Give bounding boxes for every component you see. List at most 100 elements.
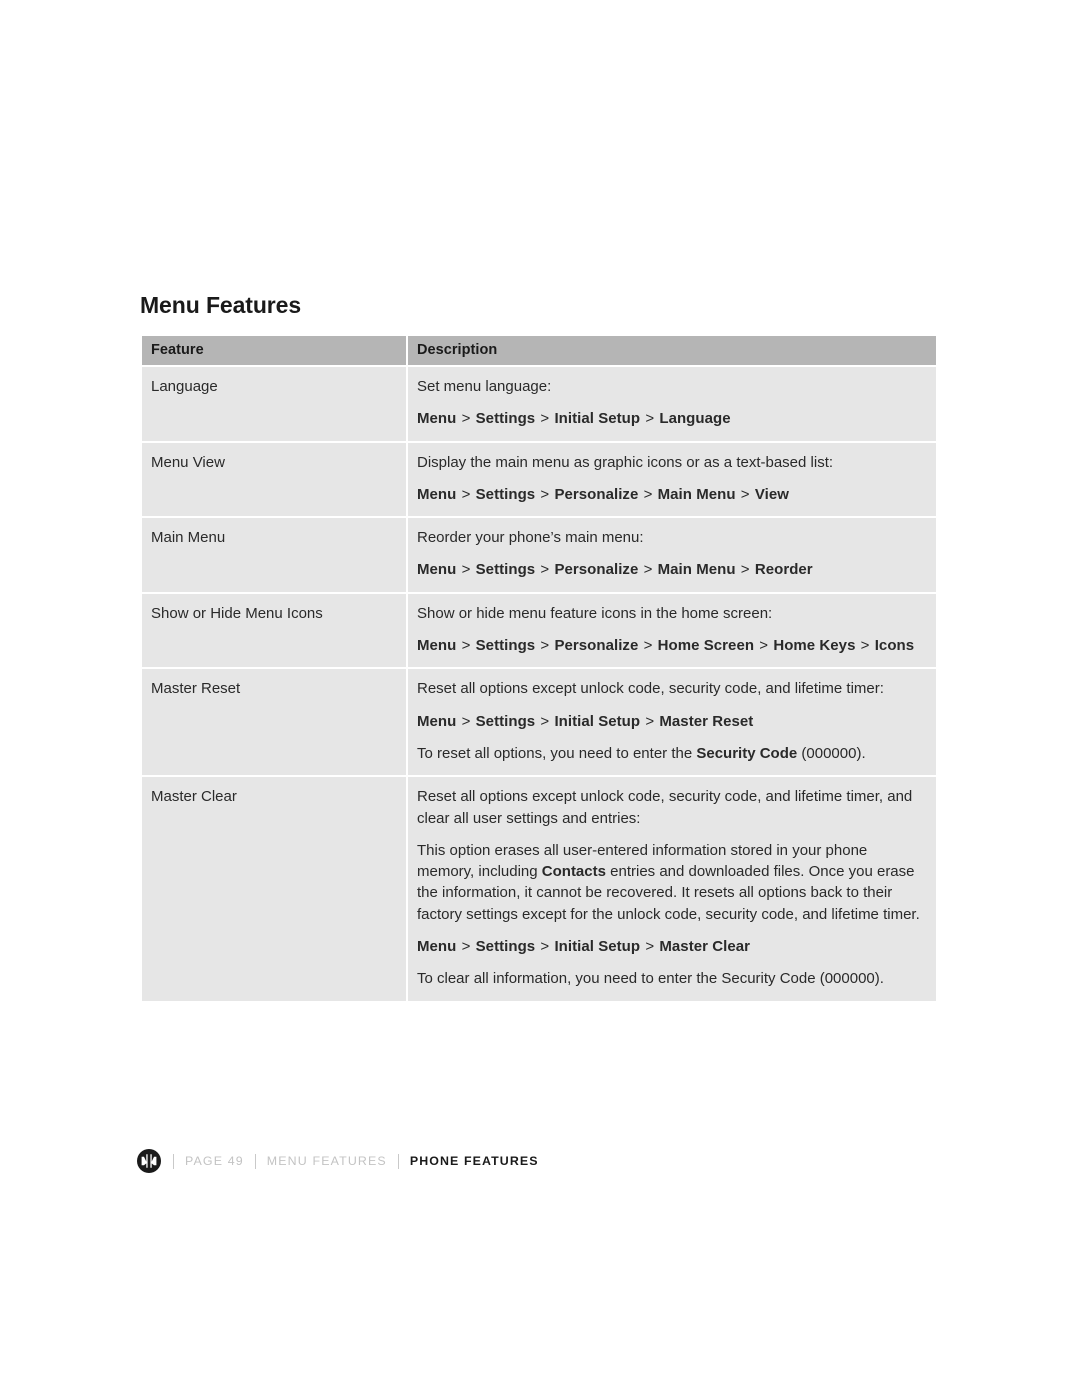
menu-path: Menu > Settings > Initial Setup > Langua… (417, 408, 926, 429)
path-separator: > (641, 712, 659, 730)
path-segment: Menu (417, 712, 457, 730)
path-segment: Menu (417, 938, 457, 956)
path-segment: Reorder (754, 561, 813, 579)
path-segment: Settings (475, 637, 536, 655)
menu-path: Menu > Settings > Personalize > Home Scr… (417, 635, 926, 656)
path-segment: Personalize (554, 561, 639, 579)
path-separator: > (639, 637, 657, 655)
path-segment: Main Menu (657, 485, 736, 503)
path-segment: Icons (874, 637, 915, 655)
cell-description: Show or hide menu feature icons in the h… (408, 593, 936, 668)
path-separator: > (639, 485, 657, 503)
path-separator: > (457, 938, 475, 956)
cell-feature-name: Main Menu (142, 518, 406, 592)
body-text: (000000). (797, 744, 866, 762)
description-text: To reset all options, you need to enter … (417, 743, 926, 764)
path-separator: > (536, 938, 554, 956)
path-segment: Initial Setup (554, 938, 641, 956)
motorola-logo-icon (136, 1148, 162, 1174)
description-text: This option erases all user-entered info… (417, 840, 926, 925)
cell-description: Reset all options except unlock code, se… (408, 669, 936, 776)
cell-feature-name: Master Reset (142, 669, 406, 776)
path-separator: > (536, 485, 554, 503)
path-separator: > (536, 561, 554, 579)
path-segment: Menu (417, 637, 457, 655)
path-separator: > (457, 485, 475, 503)
column-header-feature: Feature (142, 336, 406, 365)
cell-feature-name: Menu View (142, 442, 406, 517)
table-row: Menu View Display the main menu as graphi… (142, 442, 936, 517)
path-segment: Initial Setup (554, 712, 641, 730)
path-separator: > (755, 637, 773, 655)
table-row: Language Set menu language: Menu > Setting… (142, 367, 936, 441)
path-segment: Master Reset (659, 712, 754, 730)
footer-chapter-label: PHONE FEATURES (409, 1154, 539, 1168)
menu-path: Menu > Settings > Personalize > Main Men… (417, 559, 926, 580)
path-segment: Settings (475, 561, 536, 579)
cell-feature-name: Language (142, 367, 406, 441)
footer-divider-3 (397, 1153, 399, 1169)
path-separator: > (536, 712, 554, 730)
cell-description: Set menu language: Menu > Settings > Init… (408, 367, 936, 441)
footer-divider-1 (173, 1153, 174, 1169)
table-row: Master Reset Reset all options except unl… (142, 669, 936, 776)
path-segment: Master Clear (659, 938, 751, 956)
cell-feature-name: Master Clear (142, 777, 406, 1001)
path-separator: > (856, 637, 874, 655)
path-separator: > (736, 561, 754, 579)
table-row: Show or Hide Menu Icons Show or hide menu… (142, 593, 936, 668)
path-segment: Main Menu (657, 561, 736, 579)
path-segment: Settings (475, 410, 536, 428)
path-segment: Menu (417, 410, 457, 428)
path-segment: Home Keys (773, 637, 856, 655)
menu-features-table: Feature Description Language Set menu lan… (140, 334, 938, 1003)
table-row: Master Clear Reset all options except unl… (142, 777, 936, 1001)
table-header: Feature Description (142, 336, 936, 365)
table-header-row: Feature Description (142, 336, 936, 365)
cell-description: Reset all options except unlock code, se… (408, 777, 936, 1001)
menu-path: Menu > Settings > Personalize > Main Men… (417, 484, 926, 505)
footer-section-label: MENU FEATURES (266, 1154, 387, 1168)
description-text: To clear all information, you need to en… (417, 970, 884, 988)
description-text: Display the main menu as graphic icons o… (417, 453, 834, 471)
cell-feature-name: Show or Hide Menu Icons (142, 593, 406, 668)
path-separator: > (457, 712, 475, 730)
table-row: Main Menu Reorder your phone’s main menu:… (142, 518, 936, 592)
menu-path: Menu > Settings > Initial Setup > Master… (417, 936, 926, 957)
footer-page-number: PAGE 49 (185, 1154, 244, 1168)
path-segment: Personalize (554, 485, 639, 503)
path-segment: Home Screen (657, 637, 755, 655)
path-separator: > (457, 637, 475, 655)
page-footer: PAGE 49 MENU FEATURES PHONE FEATURES (136, 1148, 539, 1174)
path-separator: > (536, 410, 554, 428)
path-separator: > (641, 410, 659, 428)
emphasis-text: Contacts (541, 863, 606, 881)
page-title: Menu Features (140, 292, 302, 318)
path-segment: Menu (417, 561, 457, 579)
table-body: Language Set menu language: Menu > Setting… (142, 367, 936, 1001)
path-segment: Personalize (554, 637, 639, 655)
description-text: Set menu language: (417, 378, 552, 395)
path-segment: View (754, 485, 789, 503)
menu-path: Menu > Settings > Initial Setup > Master… (417, 711, 926, 732)
path-segment: Settings (475, 485, 536, 503)
path-separator: > (641, 938, 659, 956)
path-segment: Initial Setup (554, 410, 641, 428)
emphasis-text: Security Code (696, 744, 798, 762)
description-text: Show or hide menu feature icons in the h… (417, 604, 773, 622)
cell-description: Reorder your phone’s main menu: Menu > Se… (408, 518, 936, 592)
path-separator: > (736, 485, 754, 503)
body-text: To reset all options, you need to enter … (417, 744, 697, 762)
path-segment: Settings (475, 938, 536, 956)
path-segment: Settings (475, 712, 536, 730)
path-separator: > (639, 561, 657, 579)
description-text: Reset all options except unlock code, se… (417, 680, 884, 698)
description-text: Reset all options except unlock code, se… (417, 788, 913, 827)
footer-divider-2 (254, 1153, 256, 1169)
description-text: Reorder your phone’s main menu: (417, 529, 644, 547)
path-separator: > (536, 637, 554, 655)
path-segment: Language (659, 410, 731, 428)
document-page: Menu Features Feature Description Langua… (0, 0, 1080, 1397)
column-header-description: Description (408, 336, 936, 365)
path-segment: Menu (417, 485, 457, 503)
